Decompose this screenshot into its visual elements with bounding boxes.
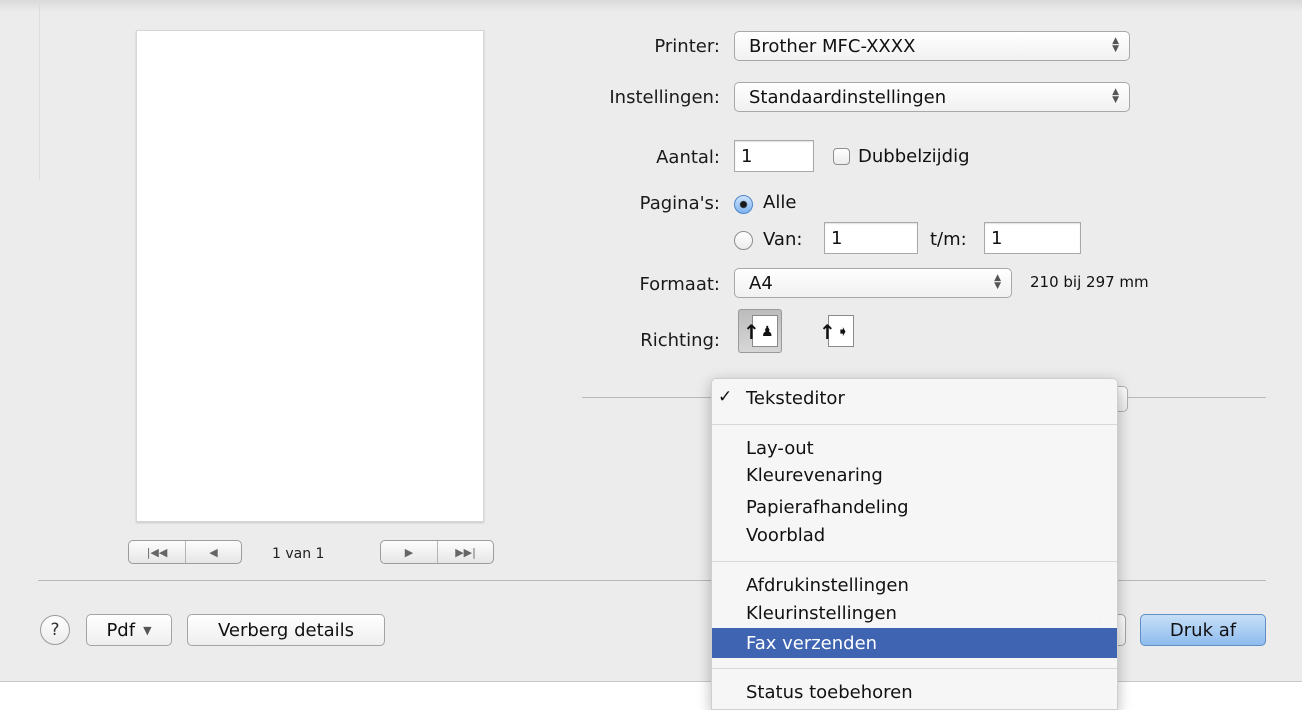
dropdown-arrows-icon: ▲ ▼ (1112, 87, 1119, 105)
orientation-label: Richting: (640, 330, 720, 351)
dropdown-arrows-icon: ▲ ▼ (1112, 36, 1119, 54)
printer-select[interactable]: Brother MFC-XXXX ▲ ▼ (734, 31, 1130, 61)
presets-select[interactable]: Standaardinstellingen ▲ ▼ (734, 82, 1130, 112)
menu-separator (712, 561, 1117, 562)
menu-item-send-fax[interactable]: Fax verzenden (712, 628, 1117, 658)
next-page-icon[interactable]: ▶ (381, 541, 437, 563)
menu-item-color-matching[interactable]: Kleurevenaring (712, 462, 1117, 488)
two-sided-label: Dubbelzijdig (858, 146, 970, 167)
background-window-edge (22, 0, 40, 180)
menu-item-layout[interactable]: Lay-out (712, 435, 1117, 461)
landscape-icon: ↑ ➧ (819, 315, 854, 347)
menu-item-supply-levels[interactable]: Status toebehoren (712, 679, 1117, 705)
menu-item-label: Teksteditor (746, 387, 845, 409)
last-page-icon[interactable]: ▶▶| (437, 541, 493, 563)
menu-separator (712, 424, 1117, 425)
menu-separator (712, 668, 1117, 669)
menu-item-print-settings[interactable]: Afdrukinstellingen (712, 572, 1117, 598)
pages-all-radio[interactable] (734, 195, 753, 214)
pages-from-label: Van: (763, 229, 803, 250)
copies-input[interactable]: 1 (734, 140, 814, 172)
paper-size-select[interactable]: A4 ▲ ▼ (734, 268, 1012, 298)
presets-value: Standaardinstellingen (749, 86, 947, 108)
pdf-label: Pdf (106, 619, 136, 641)
page-preview (136, 30, 484, 522)
portrait-button[interactable]: ↑ ♟ (738, 309, 782, 353)
hide-details-button[interactable]: Verberg details (187, 614, 385, 646)
previous-page-icon[interactable]: ◀ (185, 541, 241, 563)
help-button[interactable]: ? (40, 615, 70, 645)
checkmark-icon: ✓ (718, 387, 733, 407)
two-sided-checkbox[interactable] (833, 148, 850, 165)
landscape-button[interactable]: ↑ ➧ (814, 309, 858, 353)
pages-label: Pagina's: (639, 193, 720, 214)
printer-label: Printer: (654, 36, 720, 57)
paper-dimensions: 210 bij 297 mm (1030, 273, 1149, 291)
preview-nav-back: |◀◀ ◀ (128, 540, 242, 564)
section-separator-left (582, 397, 712, 398)
menu-item-color-settings[interactable]: Kleurinstellingen (712, 600, 1117, 626)
chevron-down-icon: ▼ (143, 623, 152, 637)
section-menu: ✓ Teksteditor Lay-out Kleurevenaring Pap… (711, 378, 1118, 710)
pdf-button[interactable]: Pdf ▼ (86, 614, 172, 646)
menu-item-cover-page[interactable]: Voorblad (712, 522, 1117, 548)
presets-label: Instellingen: (609, 87, 720, 108)
dropdown-arrows-icon: ▲ ▼ (994, 273, 1001, 291)
first-page-icon[interactable]: |◀◀ (129, 541, 185, 563)
pages-to-label: t/m: (930, 229, 967, 250)
copies-label: Aantal: (656, 147, 720, 168)
page-counter: 1 van 1 (272, 546, 325, 562)
window-shadow (0, 0, 1302, 12)
pages-from-input[interactable]: 1 (824, 222, 918, 254)
pages-all-label: Alle (763, 192, 797, 213)
pages-to-input[interactable]: 1 (984, 222, 1081, 254)
section-separator-right (1128, 397, 1266, 398)
preview-nav-forward: ▶ ▶▶| (380, 540, 494, 564)
paper-size-label: Formaat: (639, 274, 720, 295)
pages-range-radio[interactable] (734, 231, 753, 250)
portrait-icon: ↑ ♟ (743, 315, 778, 347)
printer-value: Brother MFC-XXXX (749, 35, 916, 57)
print-button[interactable]: Druk af (1140, 614, 1266, 646)
menu-item-teksteditor[interactable]: ✓ Teksteditor (712, 385, 1117, 411)
paper-size-value: A4 (749, 272, 773, 294)
menu-item-paper-handling[interactable]: Papierafhandeling (712, 494, 1117, 520)
